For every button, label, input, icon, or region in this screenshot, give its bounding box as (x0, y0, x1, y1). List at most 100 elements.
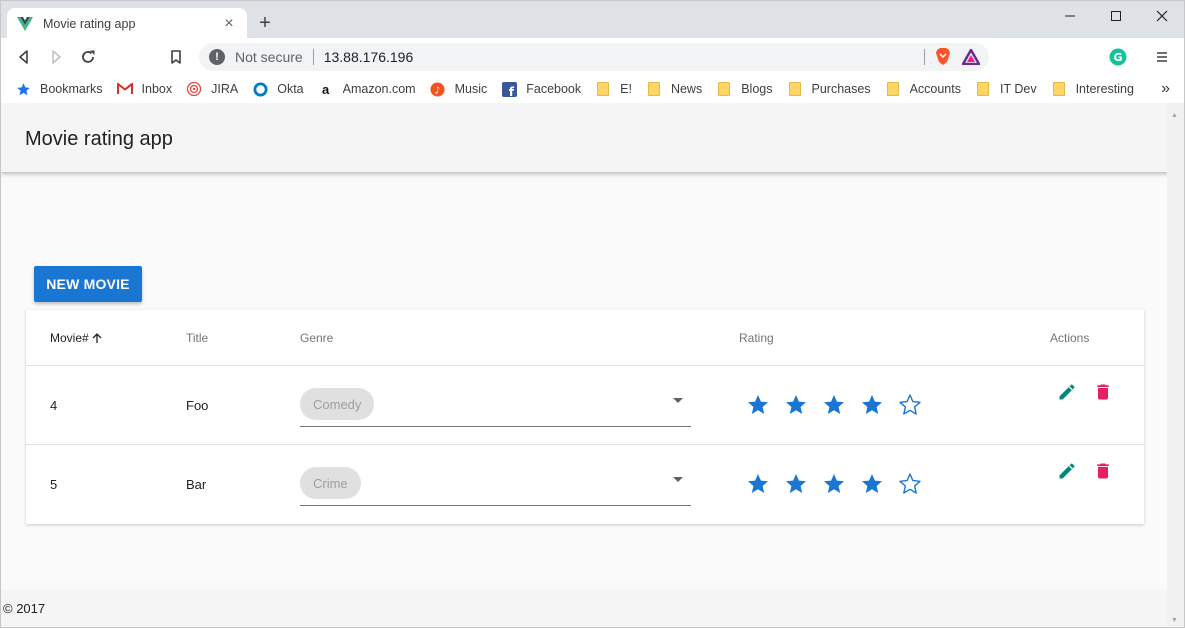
svg-text:G: G (1113, 51, 1122, 64)
svg-text:♪: ♪ (435, 85, 441, 96)
column-header-label: Movie# (50, 331, 89, 345)
column-header-genre[interactable]: Genre (300, 331, 333, 345)
bookmark-item[interactable]: a Amazon.com (318, 81, 416, 97)
okta-icon (252, 81, 268, 97)
edit-icon[interactable] (1056, 460, 1078, 482)
genre-chip: Comedy (300, 388, 375, 420)
forward-icon[interactable] (45, 46, 67, 68)
reload-icon[interactable] (77, 46, 99, 68)
copyright-text: © 2017 (3, 601, 46, 616)
scroll-down-icon[interactable]: ▼ (1171, 617, 1178, 624)
star-filled-icon[interactable] (822, 472, 860, 496)
bookmark-label: Amazon.com (342, 82, 416, 96)
rating-stars[interactable] (746, 393, 936, 417)
grammarly-icon[interactable]: G (1107, 46, 1129, 68)
menu-icon[interactable] (1151, 46, 1173, 68)
movie-title: Bar (186, 477, 207, 492)
folder-icon (595, 81, 611, 97)
edit-icon[interactable] (1056, 381, 1078, 403)
star-filled-icon[interactable] (822, 393, 860, 417)
bookmark-label: Music (454, 82, 488, 96)
bookmark-folder[interactable]: IT Dev (975, 81, 1037, 97)
bookmark-icon[interactable] (165, 46, 187, 68)
movie-number: 5 (50, 477, 58, 492)
star-filled-icon[interactable] (784, 472, 822, 496)
column-header-rating[interactable]: Rating (739, 331, 774, 345)
bookmark-item[interactable]: Bookmarks (15, 81, 103, 97)
new-tab-button[interactable]: + (255, 13, 275, 33)
bookmarks-overflow-icon[interactable]: » (1161, 80, 1170, 98)
table-header: Movie# Title Genre Rating Actions (26, 310, 1144, 366)
folder-icon (787, 81, 803, 97)
bookmark-label: Accounts (909, 82, 961, 96)
url-text[interactable]: 13.88.176.196 (324, 49, 914, 65)
bookmarks-bar: Bookmarks Inbox JIRA Okta a Amazon.com ♪… (0, 75, 1185, 103)
delete-icon[interactable] (1092, 381, 1114, 403)
bookmark-label: JIRA (211, 82, 239, 96)
movie-number: 4 (50, 398, 58, 413)
star-filled-icon[interactable] (746, 393, 784, 417)
bookmark-item[interactable]: JIRA (186, 81, 238, 97)
genre-chip: Crime (300, 467, 361, 499)
bookmark-item[interactable]: Inbox (116, 81, 173, 97)
back-icon[interactable] (13, 46, 35, 68)
bookmark-folder[interactable]: Interesting (1051, 81, 1134, 97)
omnibox-separator (924, 49, 925, 65)
new-movie-button[interactable]: NEW MOVIE (34, 266, 142, 302)
info-icon[interactable]: ! (209, 49, 225, 65)
rating-stars[interactable] (746, 472, 936, 496)
table-row: 5 Bar Crime (26, 445, 1144, 524)
bookmark-label: Interesting (1075, 82, 1134, 96)
bookmark-item[interactable]: Okta (252, 81, 304, 97)
bookmark-label: Purchases (811, 82, 871, 96)
security-label[interactable]: Not secure (235, 49, 303, 65)
arrow-up-icon (91, 332, 103, 344)
chevron-down-icon[interactable] (673, 477, 683, 482)
movie-title: Foo (186, 398, 209, 413)
star-filled-icon[interactable] (746, 472, 784, 496)
genre-select[interactable]: Crime (300, 467, 691, 506)
maximize-icon[interactable] (1103, 5, 1129, 27)
folder-icon (1051, 81, 1067, 97)
bookmark-label: Inbox (141, 82, 173, 96)
close-window-icon[interactable] (1149, 5, 1175, 27)
bookmark-folder[interactable]: News (646, 81, 702, 97)
tab-strip: Movie rating app × + (0, 0, 1185, 39)
chevron-down-icon[interactable] (673, 398, 683, 403)
column-header-movie-number[interactable]: Movie# (50, 331, 103, 345)
bookmark-folder[interactable]: Blogs (716, 81, 773, 97)
star-filled-icon[interactable] (784, 393, 822, 417)
bookmark-folder[interactable]: Purchases (787, 81, 871, 97)
bookmark-item[interactable]: ♪ Music (430, 81, 488, 97)
music-icon: ♪ (430, 81, 446, 97)
bookmark-item[interactable]: f Facebook (501, 81, 581, 97)
delete-icon[interactable] (1092, 460, 1114, 482)
scroll-up-icon[interactable]: ▲ (1171, 112, 1178, 119)
browser-toolbar: ! Not secure 13.88.176.196 G (0, 38, 1185, 75)
address-bar[interactable]: ! Not secure 13.88.176.196 (199, 43, 989, 71)
star-filled-icon[interactable] (860, 393, 898, 417)
star-empty-icon[interactable] (898, 393, 936, 417)
app-toolbar: Movie rating app (1, 103, 1168, 172)
tab-close-icon[interactable]: × (221, 15, 237, 32)
bookmark-label: Bookmarks (40, 82, 103, 96)
star-empty-icon[interactable] (898, 472, 936, 496)
star-filled-icon[interactable] (860, 472, 898, 496)
svg-text:f: f (508, 85, 514, 97)
bookmark-label: Blogs (741, 82, 773, 96)
bookmark-label: Okta (277, 82, 304, 96)
genre-select[interactable]: Comedy (300, 388, 691, 427)
bookmark-label: News (670, 82, 703, 96)
bookmark-folder[interactable]: Accounts (885, 81, 961, 97)
bookmark-folder[interactable]: E! (595, 81, 632, 97)
movies-table: Movie# Title Genre Rating Actions 4 Foo … (26, 310, 1144, 524)
bookmark-label: E! (620, 82, 632, 96)
minimize-icon[interactable] (1057, 5, 1083, 27)
brave-shields-icon[interactable] (933, 47, 953, 67)
vertical-scrollbar[interactable]: ▲ ▼ (1167, 103, 1184, 627)
browser-tab[interactable]: Movie rating app × (7, 8, 247, 39)
omnibox-separator (312, 49, 314, 65)
brave-rewards-icon[interactable] (961, 47, 981, 67)
column-header-title[interactable]: Title (186, 331, 208, 345)
folder-icon (716, 81, 732, 97)
